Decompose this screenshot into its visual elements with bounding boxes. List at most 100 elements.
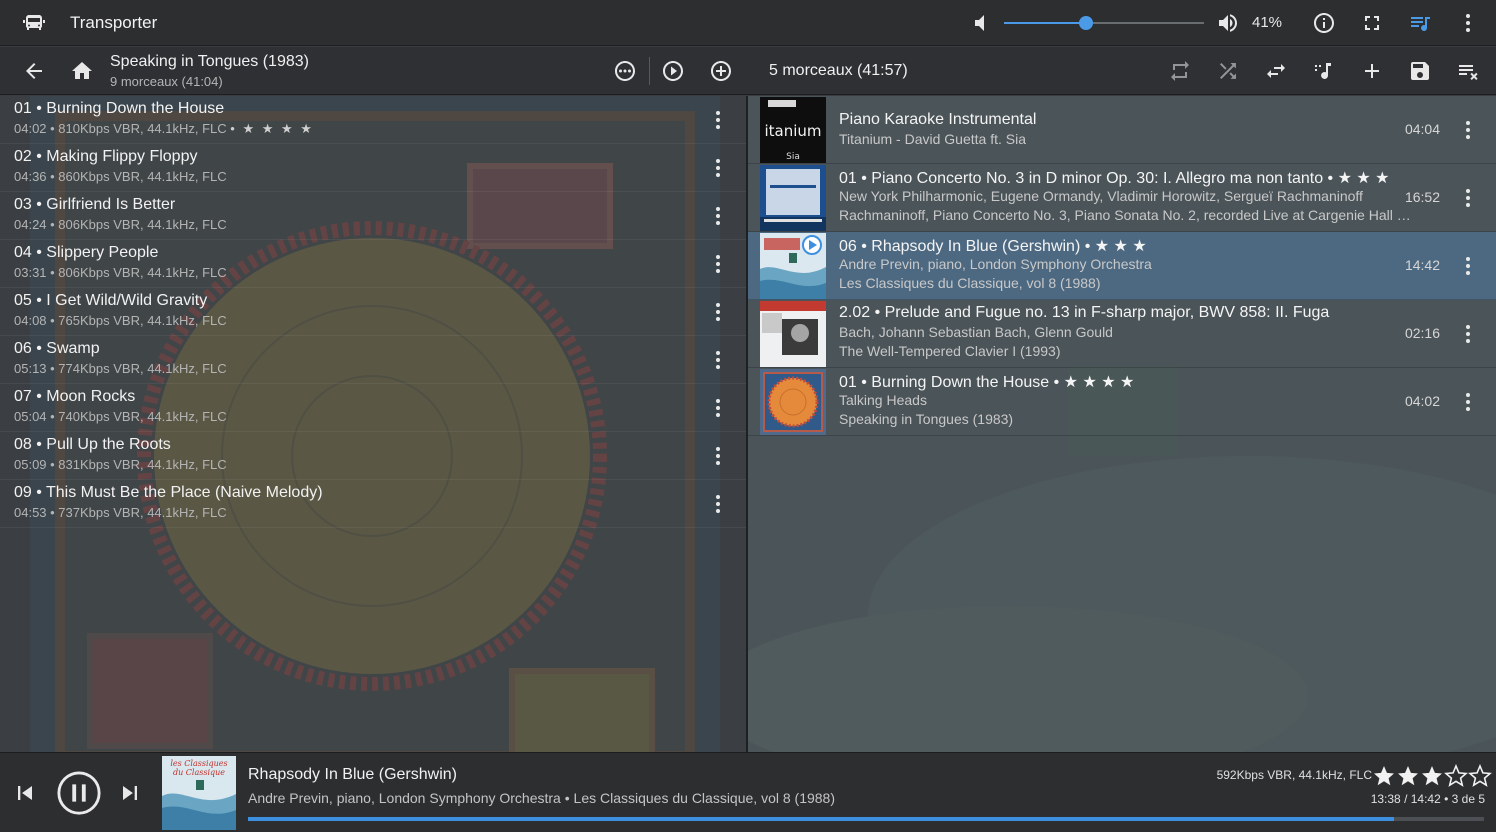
star-filled-icon[interactable]: [1422, 766, 1442, 786]
add-album-icon[interactable]: [709, 59, 733, 83]
track-format: 05:04 • 740Kbps VBR, 44.1kHz, FLC: [14, 409, 227, 424]
track-format: 04:53 • 737Kbps VBR, 44.1kHz, FLC: [14, 505, 227, 520]
add-icon[interactable]: [1360, 59, 1384, 83]
row-menu-icon[interactable]: [706, 300, 730, 324]
swap-icon[interactable]: [1264, 59, 1288, 83]
queue-row[interactable]: 2.02 • Prelude and Fugue no. 13 in F-sha…: [748, 300, 1496, 368]
now-playing-format: 592Kbps VBR, 44.1kHz, FLC: [1216, 768, 1372, 782]
queue-cover-art: [760, 233, 826, 299]
queue-thumbnail[interactable]: [760, 301, 826, 367]
row-menu-icon[interactable]: [706, 252, 730, 276]
track-title: 07 • Moon Rocks: [14, 388, 136, 405]
browse-toolbar: Speaking in Tongues (1983) 9 morceaux (4…: [0, 47, 1496, 95]
now-playing-cover[interactable]: les Classiques du Classique: [162, 756, 236, 830]
now-playing-rating[interactable]: [1372, 764, 1492, 788]
top-bar: Transporter 41%: [0, 0, 1496, 46]
track-format: 04:24 • 806Kbps VBR, 44.1kHz, FLC: [14, 217, 227, 232]
queue-row-current[interactable]: 06 • Rhapsody In Blue (Gershwin) • ★ ★ ★…: [748, 232, 1496, 300]
volume-up-icon[interactable]: [1216, 11, 1240, 35]
track-title: 01 • Burning Down the House: [14, 100, 225, 117]
queue-item-duration: 16:52: [1404, 189, 1440, 205]
track-row[interactable]: 08 • Pull Up the Roots 05:09 • 831Kbps VB…: [0, 432, 746, 480]
row-menu-icon[interactable]: [1456, 118, 1480, 142]
home-icon[interactable]: [70, 59, 94, 83]
queue-item-title: 06 • Rhapsody In Blue (Gershwin) • ★ ★ ★: [839, 238, 1147, 255]
album-track-count: 9 morceaux (41:04): [110, 74, 223, 89]
add-music-icon[interactable]: [1312, 59, 1336, 83]
track-title: 06 • Swamp: [14, 340, 100, 357]
queue-item-album: Speaking in Tongues (1983): [839, 411, 1014, 427]
track-details: 04:02 • 810Kbps VBR, 44.1kHz, FLC • ★ ★ …: [14, 121, 314, 137]
queue-item-album: Rachmaninoff, Piano Concerto No. 3, Pian…: [839, 207, 1411, 223]
row-menu-icon[interactable]: [1456, 390, 1480, 414]
row-menu-icon[interactable]: [706, 348, 730, 372]
clear-queue-icon[interactable]: [1456, 59, 1480, 83]
track-row[interactable]: 09 • This Must Be the Place (Naive Melod…: [0, 480, 746, 528]
track-row[interactable]: 05 • I Get Wild/Wild Gravity 04:08 • 765K…: [0, 288, 746, 336]
more-options-icon[interactable]: [613, 59, 637, 83]
play-album-icon[interactable]: [661, 59, 685, 83]
row-menu-icon[interactable]: [706, 492, 730, 516]
queue-item-duration: 02:16: [1404, 325, 1440, 341]
playback-progress-bar[interactable]: [248, 817, 1484, 821]
queue-row[interactable]: 01 • Piano Concerto No. 3 in D minor Op.…: [748, 164, 1496, 232]
back-arrow-icon[interactable]: [22, 59, 46, 83]
track-row[interactable]: 04 • Slippery People 03:31 • 806Kbps VBR,…: [0, 240, 746, 288]
track-format: 03:31 • 806Kbps VBR, 44.1kHz, FLC: [14, 265, 227, 280]
queue-cover-art: [760, 369, 826, 435]
next-track-icon[interactable]: [116, 779, 144, 807]
queue-item-artist: Titanium - David Guetta ft. Sia: [839, 131, 1026, 147]
track-details: 04:24 • 806Kbps VBR, 44.1kHz, FLC: [14, 217, 227, 232]
app-title: Transporter: [70, 13, 158, 32]
track-row[interactable]: 07 • Moon Rocks 05:04 • 740Kbps VBR, 44.1…: [0, 384, 746, 432]
now-playing-subtitle: Andre Previn, piano, London Symphony Orc…: [248, 790, 836, 806]
track-format: 04:08 • 765Kbps VBR, 44.1kHz, FLC: [14, 313, 227, 328]
row-menu-icon[interactable]: [706, 108, 730, 132]
track-title: 02 • Making Flippy Floppy: [14, 148, 198, 165]
row-menu-icon[interactable]: [706, 156, 730, 180]
queue-row[interactable]: 01 • Burning Down the House • ★ ★ ★ ★ Tal…: [748, 368, 1496, 436]
star-empty-icon[interactable]: [1444, 764, 1468, 787]
volume-slider[interactable]: [1004, 16, 1204, 30]
volume-down-icon[interactable]: [968, 11, 992, 35]
track-row[interactable]: 06 • Swamp 05:13 • 774Kbps VBR, 44.1kHz, …: [0, 336, 746, 384]
repeat-icon[interactable]: [1168, 59, 1192, 83]
row-menu-icon[interactable]: [1456, 186, 1480, 210]
now-playing-title: Rhapsody In Blue (Gershwin): [248, 766, 457, 783]
cover-word: itanium: [764, 122, 821, 140]
track-list: 01 • Burning Down the House 04:02 • 810Kb…: [0, 96, 746, 528]
queue-thumbnail[interactable]: [760, 369, 826, 435]
star-empty-icon[interactable]: [1468, 764, 1492, 787]
queue-thumbnail[interactable]: itanium Sia: [760, 97, 826, 163]
queue-row[interactable]: itanium Sia Piano Karaoke Instrumental Tita…: [748, 96, 1496, 164]
queue-item-artist: New York Philharmonic, Eugene Ormandy, V…: [839, 188, 1363, 204]
track-row[interactable]: 02 • Making Flippy Floppy 04:36 • 860Kbps…: [0, 144, 746, 192]
track-row[interactable]: 03 • Girlfriend Is Better 04:24 • 806Kbps…: [0, 192, 746, 240]
volume-knob[interactable]: [1079, 16, 1093, 30]
queue-summary: 5 morceaux (41:57): [769, 62, 908, 79]
track-row[interactable]: 01 • Burning Down the House 04:02 • 810Kb…: [0, 96, 746, 144]
play-queue-icon[interactable]: [1408, 11, 1432, 35]
save-icon[interactable]: [1408, 59, 1432, 83]
track-title: 04 • Slippery People: [14, 244, 159, 261]
row-menu-icon[interactable]: [706, 444, 730, 468]
star-filled-icon[interactable]: [1374, 766, 1394, 786]
pause-icon[interactable]: [56, 770, 102, 816]
fullscreen-icon[interactable]: [1360, 11, 1384, 35]
previous-track-icon[interactable]: [11, 779, 39, 807]
album-track-list-panel: 01 • Burning Down the House 04:02 • 810Kb…: [0, 96, 746, 752]
playback-progress-fill: [248, 817, 1394, 821]
row-menu-icon[interactable]: [1456, 322, 1480, 346]
queue-item-title: 01 • Piano Concerto No. 3 in D minor Op.…: [839, 170, 1390, 187]
row-menu-icon[interactable]: [706, 204, 730, 228]
queue-thumbnail[interactable]: [760, 233, 826, 299]
track-format: 04:36 • 860Kbps VBR, 44.1kHz, FLC: [14, 169, 227, 184]
row-menu-icon[interactable]: [706, 396, 730, 420]
main-menu-icon[interactable]: [1456, 11, 1480, 35]
queue-thumbnail[interactable]: [760, 165, 826, 231]
shuffle-icon[interactable]: [1216, 59, 1240, 83]
star-filled-icon[interactable]: [1398, 766, 1418, 786]
info-icon[interactable]: [1312, 11, 1336, 35]
toolbar-divider: [649, 57, 650, 85]
row-menu-icon[interactable]: [1456, 254, 1480, 278]
